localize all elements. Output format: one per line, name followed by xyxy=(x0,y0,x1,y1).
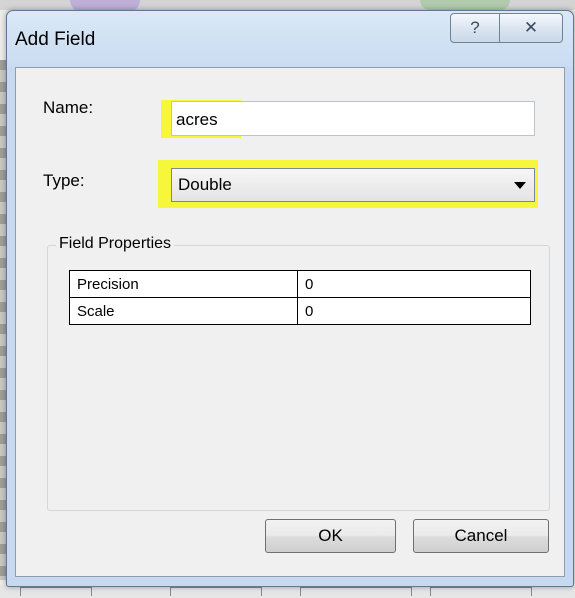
caption-buttons: ? ✕ xyxy=(450,13,563,43)
name-input[interactable]: acres xyxy=(171,101,535,136)
property-value-cell[interactable]: 0 xyxy=(297,297,531,325)
add-field-dialog: Add Field ? ✕ Name: acres Type: Double F… xyxy=(6,10,574,587)
background-shape xyxy=(20,587,92,596)
property-name-cell: Scale xyxy=(69,297,298,325)
table-row: Scale 0 xyxy=(69,297,531,325)
type-dropdown[interactable]: Double xyxy=(171,168,535,202)
field-properties-table: Precision 0 Scale 0 xyxy=(69,270,531,325)
close-icon: ✕ xyxy=(523,18,539,37)
table-row: Precision 0 xyxy=(69,270,531,298)
close-button[interactable]: ✕ xyxy=(500,13,563,43)
field-properties-group: Field Properties Precision 0 Scale 0 xyxy=(47,235,550,511)
property-value-cell[interactable]: 0 xyxy=(297,270,531,298)
type-label: Type: xyxy=(43,171,85,190)
background-shape xyxy=(300,587,412,596)
dialog-title: Add Field xyxy=(15,29,96,50)
ok-button[interactable]: OK xyxy=(265,519,396,553)
background-shape xyxy=(420,0,510,10)
dialog-body: Name: acres Type: Double Field Propertie… xyxy=(15,67,565,577)
type-selected-value: Double xyxy=(178,175,232,194)
name-label: Name: xyxy=(43,98,94,117)
name-value: acres xyxy=(176,110,218,129)
background-shape xyxy=(170,587,262,596)
help-icon: ? xyxy=(470,18,480,37)
cancel-button[interactable]: Cancel xyxy=(413,519,549,553)
help-button[interactable]: ? xyxy=(450,13,500,43)
background-top-strip xyxy=(0,0,575,12)
field-properties-title: Field Properties xyxy=(56,235,175,253)
background-shape xyxy=(430,587,532,596)
title-bar[interactable]: Add Field ? ✕ xyxy=(7,11,573,67)
chevron-down-icon[interactable] xyxy=(514,182,526,189)
property-name-cell: Precision xyxy=(69,270,298,298)
